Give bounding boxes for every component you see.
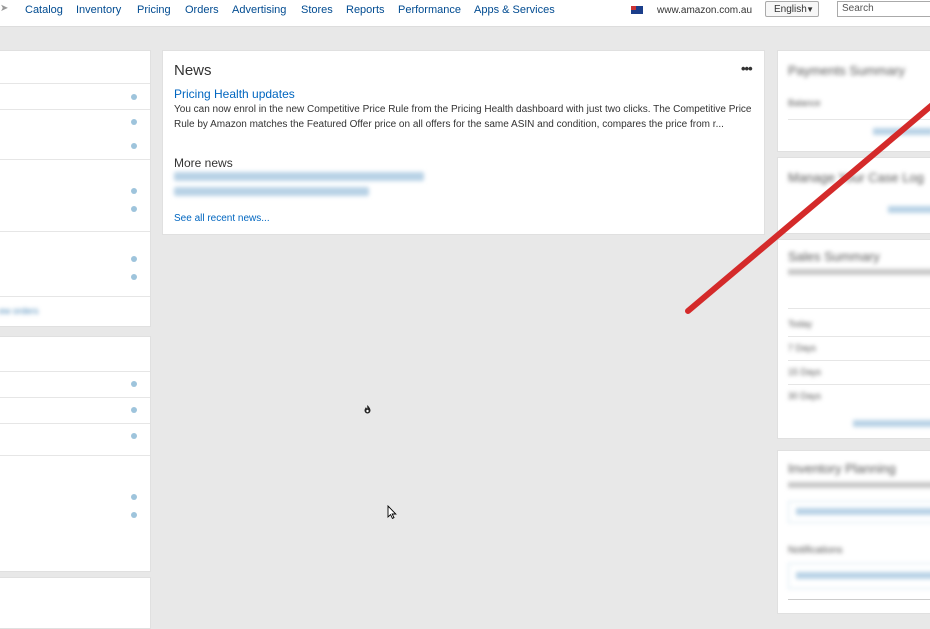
news-item-blurred[interactable] xyxy=(174,172,424,184)
left-widget-3 xyxy=(0,577,151,629)
australia-flag-icon xyxy=(631,6,643,14)
logo-arrow-icon[interactable]: ➤ xyxy=(0,3,8,14)
sales-row-label: Today xyxy=(788,319,813,329)
left-widget-1: ew orders xyxy=(0,50,151,327)
nav-performance[interactable]: Performance xyxy=(398,4,461,16)
inventory-planning-card: Inventory Planning Notifications xyxy=(777,450,930,614)
more-options-icon[interactable]: ••• xyxy=(741,61,753,76)
red-annotation-arrow xyxy=(685,102,930,314)
mouse-cursor-icon xyxy=(387,504,397,519)
language-select[interactable]: English ▼ xyxy=(765,1,819,17)
nav-catalog[interactable]: Catalog xyxy=(25,4,63,16)
inventory-title: Inventory Planning xyxy=(788,461,896,476)
news-item-blurred[interactable] xyxy=(174,187,369,199)
more-news-heading: More news xyxy=(174,156,233,170)
nav-inventory[interactable]: Inventory xyxy=(76,4,121,16)
search-input[interactable]: Search xyxy=(837,1,930,17)
nav-stores[interactable]: Stores xyxy=(301,4,333,16)
see-all-news-link[interactable]: See all recent news... xyxy=(174,213,270,224)
nav-pricing[interactable]: Pricing xyxy=(137,4,171,16)
language-value: English xyxy=(774,4,807,15)
nav-orders[interactable]: Orders xyxy=(185,4,219,16)
view-orders-link[interactable]: ew orders xyxy=(0,306,39,316)
search-placeholder: Search xyxy=(842,3,874,14)
nav-advertising[interactable]: Advertising xyxy=(232,4,286,16)
marketplace-domain[interactable]: www.amazon.com.au xyxy=(657,5,752,16)
sales-row-label: 30 Days xyxy=(788,391,822,401)
chevron-down-icon: ▼ xyxy=(806,5,814,14)
nav-reports[interactable]: Reports xyxy=(346,4,385,16)
notifications-label: Notifications xyxy=(788,545,843,556)
news-title: News xyxy=(174,62,212,79)
left-widget-2 xyxy=(0,336,151,572)
payments-title: Payments Summary xyxy=(788,63,906,78)
news-card: News ••• Pricing Health updates You can … xyxy=(162,50,765,235)
news-headline-link[interactable]: Pricing Health updates xyxy=(174,87,295,101)
news-body: You can now enrol in the new Competitive… xyxy=(174,104,752,130)
sales-row-label: 15 Days xyxy=(788,367,822,377)
nav-apps-services[interactable]: Apps & Services xyxy=(474,4,555,16)
top-navigation-bar: ➤ Catalog Inventory Pricing Orders Adver… xyxy=(0,0,930,27)
loading-icon xyxy=(362,404,373,415)
sales-row-label: 7 Days xyxy=(788,343,817,353)
